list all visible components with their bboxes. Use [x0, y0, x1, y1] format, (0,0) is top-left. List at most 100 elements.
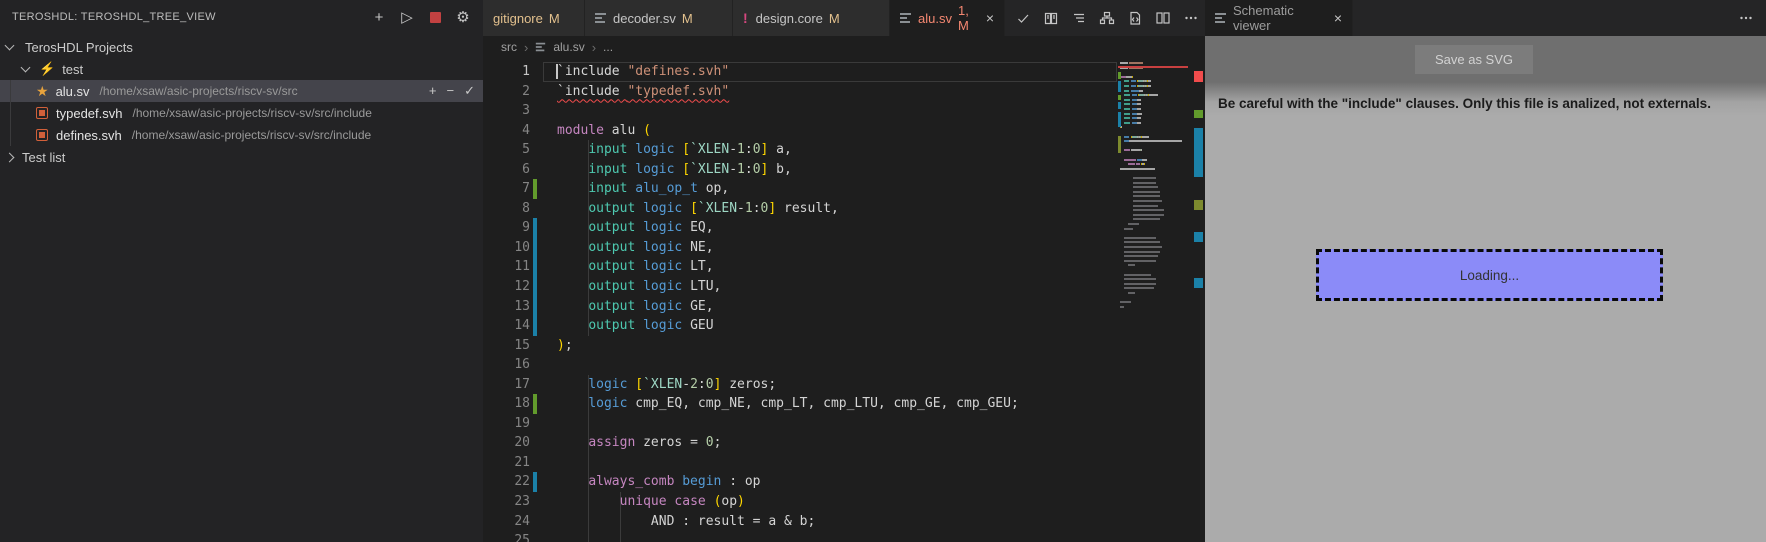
- minimap-line: [1120, 71, 1188, 73]
- tree-item-test-list[interactable]: Test list: [0, 146, 483, 168]
- minimap-line: [1120, 158, 1188, 161]
- minimap-line: [1120, 163, 1188, 166]
- gutter-change-marker: [533, 277, 537, 297]
- run-icon[interactable]: ▷: [399, 9, 415, 26]
- close-icon[interactable]: ×: [1334, 11, 1342, 25]
- tab-gitignore[interactable]: gitignore M: [483, 0, 585, 36]
- modified-badge: M: [548, 10, 560, 26]
- code-text: input alu_op_t op,: [588, 181, 730, 197]
- minimap-change-mark: [1118, 81, 1121, 92]
- gutter-change-marker: [533, 472, 537, 493]
- minimap-line: [1120, 218, 1188, 221]
- tab-alu.sv[interactable]: alu.sv 1, M ×: [890, 0, 1005, 36]
- stop-icon[interactable]: [427, 9, 443, 25]
- code-line: 20 assign zeros = 0;: [483, 433, 1205, 453]
- code-line: 1 `include "defines.svh": [483, 62, 1205, 82]
- code-line: 4 module alu (: [483, 121, 1205, 141]
- chip-icon: [36, 107, 48, 119]
- breadcrumb-folder[interactable]: src: [501, 40, 517, 54]
- gear-icon[interactable]: ⚙: [455, 9, 471, 26]
- minimap-line: [1120, 121, 1188, 124]
- gutter-change-marker: [533, 179, 537, 199]
- minimap-change-mark: [1118, 102, 1121, 109]
- chevron-right-icon: ›: [524, 39, 529, 55]
- chevron-right-icon: ›: [591, 39, 597, 55]
- file-code-icon[interactable]: [1126, 10, 1143, 27]
- remove-icon[interactable]: −: [447, 83, 455, 99]
- check-icon[interactable]: [1014, 10, 1031, 27]
- tree-item-defines.svh[interactable]: defines.svh/home/xsaw/asic-projects/risc…: [0, 124, 483, 146]
- minimap-line: [1120, 278, 1188, 281]
- tab-design.core[interactable]: ! design.core M: [733, 0, 890, 36]
- gutter-change-marker: [533, 316, 537, 336]
- code-text: output logic GEU: [588, 318, 714, 334]
- minimap-line: [1120, 126, 1188, 129]
- add-icon[interactable]: +: [429, 83, 437, 99]
- minimap-line: [1120, 145, 1188, 147]
- ruler-mark: [1194, 232, 1203, 242]
- add-project-icon[interactable]: +: [371, 9, 387, 26]
- code-line: 7 input alu_op_t op,: [483, 179, 1205, 199]
- code-line: 22 always_comb begin : op: [483, 472, 1205, 493]
- code-text: output logic NE,: [588, 239, 714, 255]
- editor-tabs: gitignore Mdecoder.sv M! design.core Malu.sv…: [483, 0, 1005, 36]
- file-lines-icon: [900, 13, 911, 23]
- line-number: 5: [522, 142, 530, 158]
- line-number: 25: [514, 533, 530, 542]
- close-icon[interactable]: ×: [986, 11, 994, 25]
- line-number: 3: [522, 103, 530, 119]
- code-line: 17 logic [`XLEN-2:0] zeros;: [483, 375, 1205, 395]
- minimap-line: [1120, 172, 1188, 174]
- line-number: 18: [514, 396, 530, 412]
- save-as-svg-button[interactable]: Save as SVG: [1415, 45, 1533, 74]
- overview-ruler[interactable]: [1192, 58, 1205, 542]
- line-number: 9: [522, 220, 530, 236]
- minimap-change-mark: [1118, 72, 1121, 79]
- minimap-line: [1120, 108, 1188, 110]
- split-editor-icon[interactable]: [1154, 10, 1171, 27]
- outline-icon[interactable]: [1070, 10, 1087, 27]
- minimap-line: [1120, 255, 1188, 258]
- file-path: /home/xsaw/asic-projects/riscv-sv/src/in…: [132, 106, 372, 120]
- minimap-change-mark: [1118, 112, 1121, 127]
- code-line: 19: [483, 414, 1205, 434]
- code-editor[interactable]: 1 `include "defines.svh" 2 `include "typede…: [483, 58, 1205, 542]
- minimap-line: [1120, 200, 1188, 202]
- tab-schematic-viewer[interactable]: Schematic viewer ×: [1205, 0, 1353, 36]
- more-actions-icon[interactable]: [1738, 10, 1754, 26]
- chip-icon: [36, 129, 48, 141]
- ruler-mark: [1194, 110, 1203, 118]
- minimap-line: [1120, 232, 1188, 234]
- minimap-error-mark: [1118, 66, 1188, 68]
- code-line: 12 output logic LTU,: [483, 277, 1205, 297]
- minimap-line: [1120, 282, 1188, 285]
- minimap-line: [1120, 264, 1188, 267]
- breadcrumb-symbol[interactable]: ...: [603, 40, 613, 54]
- schematic-tabbar: Schematic viewer ×: [1205, 0, 1766, 36]
- minimap[interactable]: [1118, 58, 1190, 542]
- tree-item-teroshdl-projects[interactable]: TerosHDL Projects: [0, 36, 483, 58]
- minimap-line: [1120, 94, 1188, 97]
- tree-item-project-test[interactable]: ⚡ test: [0, 58, 483, 80]
- line-number: 8: [522, 200, 530, 216]
- include-warning-text: Be careful with the "include" clauses. O…: [1218, 96, 1711, 111]
- tree-item-alu.sv[interactable]: ★ alu.sv/home/xsaw/asic-projects/riscv-sv…: [0, 80, 483, 102]
- minimap-line: [1120, 259, 1188, 262]
- more-icon[interactable]: [1182, 10, 1199, 27]
- line-number: 10: [514, 239, 530, 255]
- open-preview-icon[interactable]: [1042, 10, 1059, 27]
- netlist-icon[interactable]: [1098, 10, 1115, 27]
- editor-tabbar: gitignore Mdecoder.sv M! design.core Malu.sv…: [483, 0, 1205, 36]
- file-name: alu.sv: [55, 83, 90, 99]
- select-icon[interactable]: ✓: [464, 83, 475, 99]
- tree-item-typedef.svh[interactable]: typedef.svh/home/xsaw/asic-projects/risc…: [0, 102, 483, 124]
- file-path: /home/xsaw/asic-projects/riscv-sv/src: [99, 84, 298, 98]
- ruler-mark: [1194, 128, 1203, 177]
- tree-indent-guide: [10, 80, 11, 146]
- line-number: 7: [522, 181, 530, 197]
- code-line: 8 output logic [`XLEN-1:0] result,: [483, 199, 1205, 219]
- code-text: always_comb begin : op: [588, 474, 761, 490]
- line-number: 17: [514, 376, 530, 392]
- breadcrumb-file[interactable]: alu.sv: [553, 40, 584, 54]
- tab-decoder.sv[interactable]: decoder.sv M: [585, 0, 733, 36]
